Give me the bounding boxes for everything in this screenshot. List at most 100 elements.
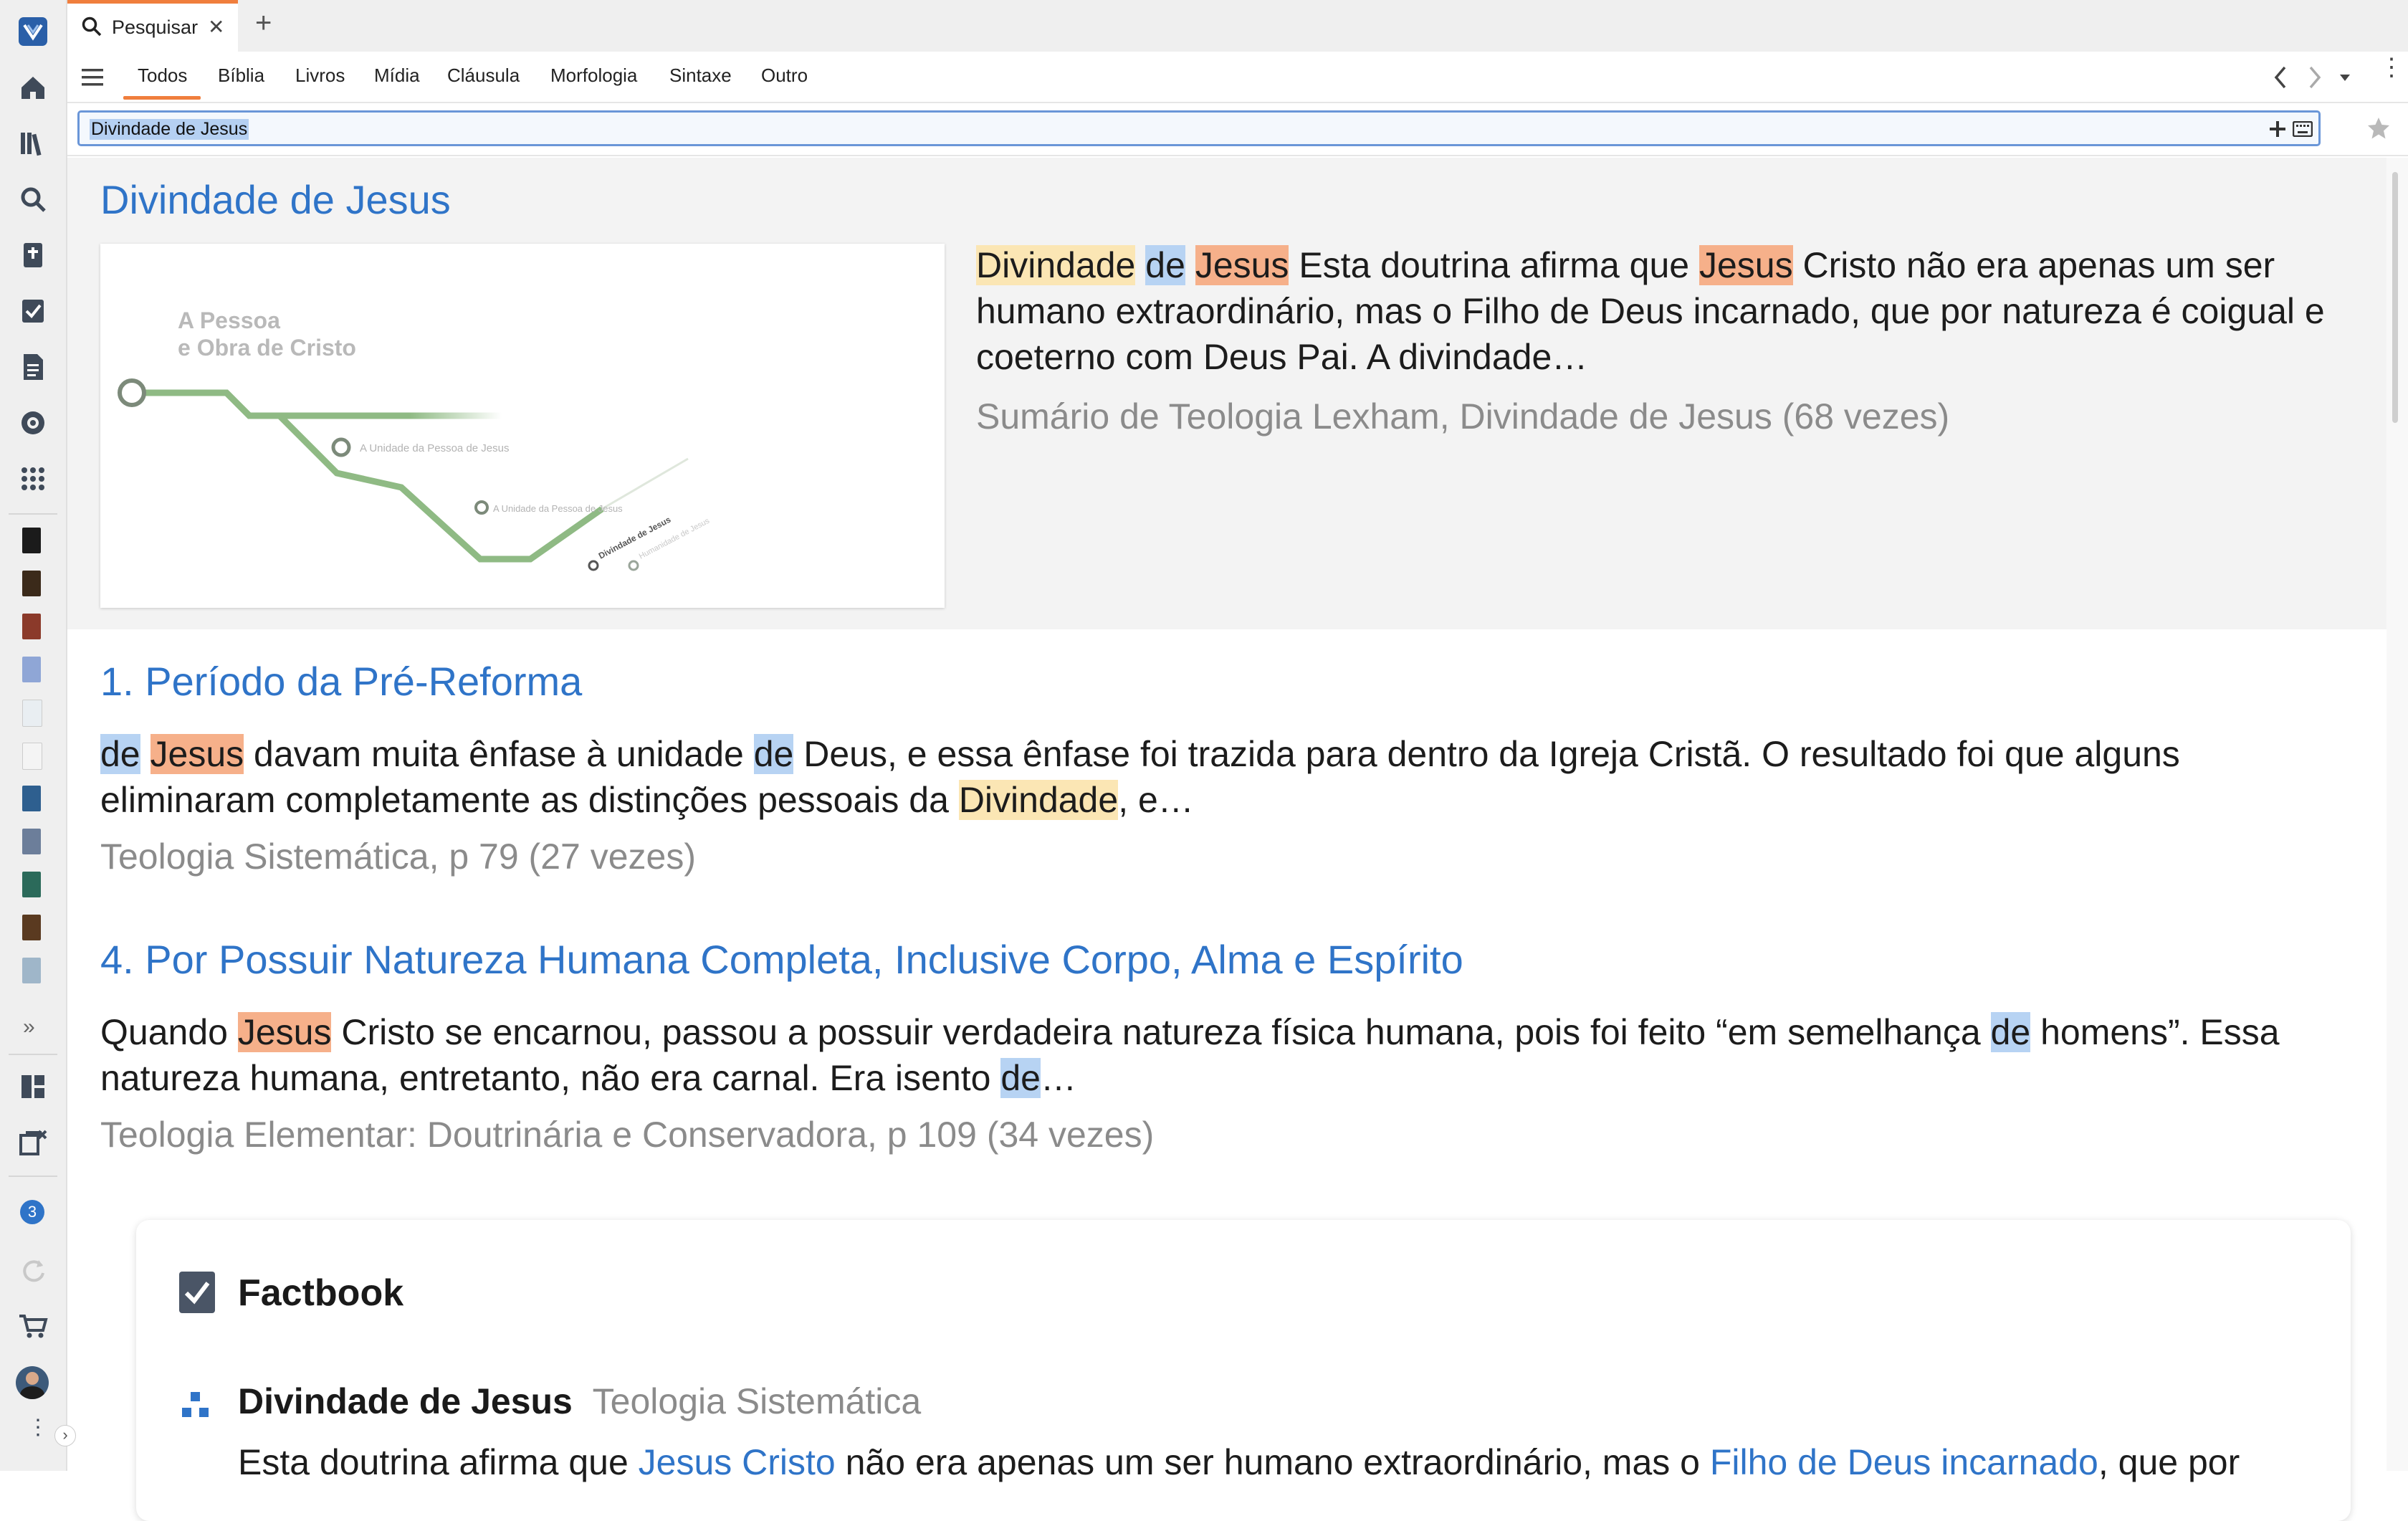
recent-book-thumbnail[interactable] xyxy=(22,786,41,811)
featured-result-source[interactable]: Sumário de Teologia Lexham, Divindade de… xyxy=(976,396,1949,437)
recent-book-thumbnail[interactable] xyxy=(22,614,41,639)
search-row: Divindade de Jesus xyxy=(67,103,2408,156)
tab-clausula[interactable]: Cláusula xyxy=(447,65,520,87)
result-snippet[interactable]: de Jesus davam muita ênfase à unidade de… xyxy=(100,731,2379,823)
logos-logo-icon[interactable] xyxy=(14,13,52,50)
keyboard-icon[interactable] xyxy=(2293,121,2313,137)
result-snippet[interactable]: Quando Jesus Cristo se encarnou, passou … xyxy=(100,1009,2379,1101)
tab-outro[interactable]: Outro xyxy=(761,65,808,87)
recent-book-thumbnail[interactable] xyxy=(22,571,41,596)
featured-result: Divindade de Jesus A Pessoa e Obra de Cr… xyxy=(67,158,2386,629)
tab-pesquisar[interactable]: Pesquisar ✕ xyxy=(67,0,238,52)
factbook-link[interactable]: Filho de Deus incarnado xyxy=(1710,1442,2098,1482)
scrollbar-thumb[interactable] xyxy=(2392,172,2398,423)
image-title-line1: A Pessoa xyxy=(178,307,280,333)
factbook-icon xyxy=(179,1272,215,1313)
library-icon[interactable] xyxy=(14,125,52,162)
snippet-text: natureza humana, entretanto, não era car… xyxy=(100,1058,1001,1098)
recent-book-thumbnail[interactable] xyxy=(22,700,42,727)
factbook-heading[interactable]: Factbook xyxy=(238,1272,403,1315)
active-tab-indicator xyxy=(123,96,201,100)
featured-result-title[interactable]: Divindade de Jesus xyxy=(100,176,451,223)
factbook-entry-subtitle: Teologia Sistemática xyxy=(592,1381,922,1421)
search-icon xyxy=(82,16,102,37)
new-tab-icon[interactable]: + xyxy=(255,7,272,39)
recent-book-thumbnail[interactable] xyxy=(22,872,41,897)
home-icon[interactable] xyxy=(14,69,52,106)
highlight-term: Jesus xyxy=(237,1012,332,1052)
highlight-term: de xyxy=(753,734,794,774)
more-options-icon[interactable]: ⋮ xyxy=(27,1417,49,1439)
layouts-icon[interactable] xyxy=(14,1068,52,1105)
scrollbar[interactable] xyxy=(2386,158,2408,1471)
result-source[interactable]: Teologia Elementar: Doutrinária e Conser… xyxy=(100,1114,1154,1155)
image-title-line2: e Obra de Cristo xyxy=(178,335,356,361)
rail-divider xyxy=(9,1054,57,1055)
document-icon[interactable] xyxy=(14,348,52,386)
tab-morfologia[interactable]: Morfologia xyxy=(550,65,637,87)
tab-midia[interactable]: Mídia xyxy=(374,65,420,87)
factbook-entry-text: Esta doutrina afirma que Jesus Cristo nã… xyxy=(238,1439,2316,1485)
tab-biblia[interactable]: Bíblia xyxy=(218,65,264,87)
forward-arrow-icon[interactable] xyxy=(2306,65,2323,90)
recent-book-thumbnail[interactable] xyxy=(22,829,41,854)
recent-book-thumbnail[interactable] xyxy=(22,657,41,682)
bible-icon[interactable] xyxy=(14,237,52,274)
highlight-term: Divindade xyxy=(958,780,1119,820)
panel-menu-icon[interactable]: ⋮ xyxy=(2379,55,2404,80)
highlight-term: de xyxy=(1145,245,1185,285)
snippet-text: eliminaram completamente as distinções p… xyxy=(100,780,959,820)
hamburger-menu-icon[interactable] xyxy=(82,67,103,87)
recent-book-thumbnail[interactable] xyxy=(22,528,41,553)
highlight-term: de xyxy=(100,734,140,774)
featured-result-snippet[interactable]: Divindade de Jesus Esta doutrina afirma … xyxy=(976,242,2366,380)
sync-icon[interactable] xyxy=(14,1251,52,1289)
result-title[interactable]: 1. Período da Pré-Reforma xyxy=(100,658,582,705)
snippet-text: Deus, e essa ênfase foi trazida para den… xyxy=(793,734,2180,774)
recent-book-thumbnail[interactable] xyxy=(22,915,41,940)
snippet-text: homens”. Essa xyxy=(2030,1012,2280,1052)
recent-book-thumbnail[interactable] xyxy=(22,958,41,983)
more-books-chevron-icon[interactable]: » xyxy=(23,1015,35,1039)
result-title[interactable]: 4. Por Possuir Natureza Humana Completa,… xyxy=(100,936,1463,983)
apps-grid-icon[interactable] xyxy=(14,460,52,497)
notifications-badge[interactable]: 3 xyxy=(20,1200,44,1224)
tab-sintaxe[interactable]: Sintaxe xyxy=(669,65,732,87)
cart-icon[interactable] xyxy=(14,1307,52,1345)
highlight-term: de xyxy=(1990,1012,2031,1052)
guides-icon[interactable] xyxy=(14,404,52,442)
search-icon[interactable] xyxy=(14,181,52,218)
close-panels-icon[interactable] xyxy=(14,1124,52,1161)
highlight-term: Jesus xyxy=(1698,245,1793,285)
snippet-text: davam muita ênfase à unidade xyxy=(244,734,754,774)
featured-result-image[interactable]: A Pessoa e Obra de Cristo A Unidade da P… xyxy=(100,244,945,608)
image-label: A Unidade da Pessoa de Jesus xyxy=(493,503,623,514)
highlight-term: Jesus xyxy=(1195,245,1289,285)
recent-book-thumbnail[interactable] xyxy=(22,743,42,770)
tab-todos[interactable]: Todos xyxy=(138,65,187,87)
tab-title: Pesquisar xyxy=(112,16,199,38)
history-dropdown-icon[interactable] xyxy=(2338,70,2352,85)
factbook-text: , que por xyxy=(2098,1442,2240,1482)
expand-rail-chevron-icon[interactable]: › xyxy=(54,1425,76,1446)
back-arrow-icon[interactable] xyxy=(2272,65,2289,90)
add-term-icon[interactable] xyxy=(2268,120,2287,138)
image-label: A Unidade da Pessoa de Jesus xyxy=(360,442,509,454)
snippet-text: Quando xyxy=(100,1012,238,1052)
tab-bar: Pesquisar ✕ + xyxy=(67,0,2408,52)
snippet-text: , e… xyxy=(1118,780,1194,820)
avatar[interactable] xyxy=(16,1366,49,1399)
search-input-value[interactable]: Divindade de Jesus xyxy=(90,119,249,140)
factbook-entry[interactable]: Divindade de Jesus Teologia Sistemática xyxy=(238,1381,921,1422)
result-source[interactable]: Teologia Sistemática, p 79 (27 vezes) xyxy=(100,836,696,877)
rail-divider xyxy=(9,1176,57,1177)
factbook-link[interactable]: Jesus Cristo xyxy=(639,1442,836,1482)
factbook-icon[interactable] xyxy=(14,292,52,330)
tab-livros[interactable]: Livros xyxy=(295,65,345,87)
highlight-term: Divindade xyxy=(976,245,1136,285)
highlight-term: de xyxy=(1000,1058,1041,1098)
favorite-star-icon[interactable] xyxy=(2366,116,2391,140)
image-label: Humanidade de Jesus xyxy=(638,516,712,561)
search-input[interactable]: Divindade de Jesus xyxy=(77,110,2321,146)
close-tab-icon[interactable]: ✕ xyxy=(208,15,224,39)
